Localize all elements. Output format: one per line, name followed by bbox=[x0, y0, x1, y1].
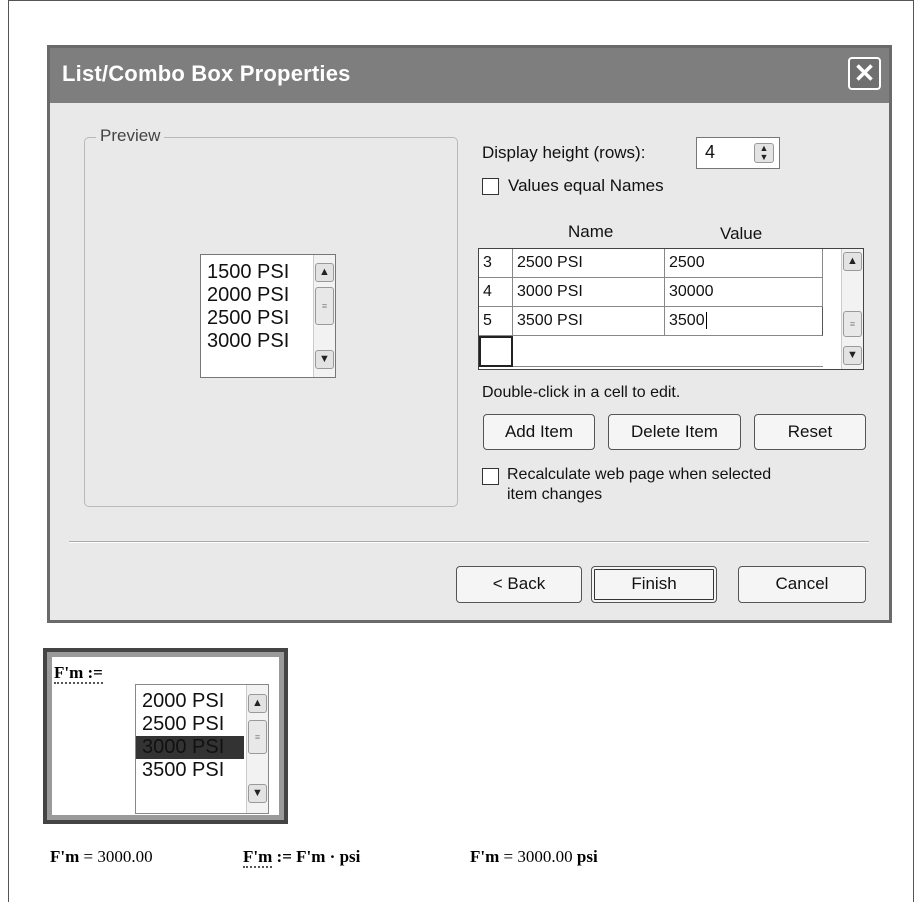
table-cell-value[interactable] bbox=[665, 336, 823, 367]
worksheet-listbox-region: F'm := 2000 PSI 2500 PSI 3000 PSI 3500 P… bbox=[43, 648, 288, 824]
worksheet-region-inner: F'm := 2000 PSI 2500 PSI 3000 PSI 3500 P… bbox=[52, 657, 279, 815]
delete-item-button[interactable]: Delete Item bbox=[608, 414, 741, 450]
recalculate-label-line1: Recalculate web page when selected bbox=[507, 466, 772, 483]
list-item[interactable]: 1500 PSI bbox=[201, 261, 311, 284]
list-item[interactable]: 3000 PSI bbox=[201, 330, 311, 353]
table-cell-value-editing[interactable]: 3500 bbox=[665, 307, 823, 336]
worksheet-scrollbar[interactable]: ▲ ≡ ▼ bbox=[246, 685, 268, 813]
table-cell-name[interactable]: 2500 PSI bbox=[513, 249, 665, 278]
edit-hint: Double-click in a cell to edit. bbox=[482, 384, 681, 401]
table-scrollbar[interactable]: ▲ ≡ ▼ bbox=[841, 249, 863, 369]
preview-listbox[interactable]: 1500 PSI 2000 PSI 2500 PSI 3000 PSI ▲ ≡ … bbox=[200, 254, 336, 378]
table-cell-value[interactable]: 2500 bbox=[665, 249, 823, 278]
title-bar[interactable]: List/Combo Box Properties ✕ bbox=[50, 48, 889, 103]
unit-assignment: F'm := F'm · psi bbox=[243, 847, 361, 868]
table-cell-value[interactable]: 30000 bbox=[665, 278, 823, 307]
reset-button[interactable]: Reset bbox=[754, 414, 866, 450]
dialog-title: List/Combo Box Properties bbox=[62, 61, 351, 86]
cell-edit-text[interactable]: 3500 bbox=[669, 312, 705, 329]
text-caret bbox=[705, 312, 707, 329]
back-button[interactable]: < Back bbox=[456, 566, 582, 603]
scroll-thumb[interactable]: ≡ bbox=[315, 287, 334, 325]
scroll-up-icon[interactable]: ▲ bbox=[843, 252, 862, 271]
preview-scrollbar[interactable]: ▲ ≡ ▼ bbox=[313, 255, 335, 377]
row-number: 4 bbox=[479, 278, 513, 307]
list-item[interactable]: 2500 PSI bbox=[201, 307, 311, 330]
close-button[interactable]: ✕ bbox=[848, 57, 881, 90]
separator bbox=[69, 541, 869, 543]
close-icon: ✕ bbox=[853, 58, 876, 88]
finish-button[interactable]: Finish bbox=[591, 566, 717, 603]
add-item-button[interactable]: Add Item bbox=[483, 414, 595, 450]
display-height-value[interactable]: 4 bbox=[705, 142, 715, 162]
list-item-selected[interactable]: 3000 PSI bbox=[136, 736, 244, 759]
list-item[interactable]: 2000 PSI bbox=[136, 690, 244, 713]
row-number: 3 bbox=[479, 249, 513, 278]
scroll-thumb[interactable]: ≡ bbox=[248, 720, 267, 754]
scroll-up-icon[interactable]: ▲ bbox=[315, 263, 334, 282]
recalculate-checkbox[interactable] bbox=[482, 468, 499, 485]
spinner-updown-icon[interactable]: ▲ ▼ bbox=[754, 143, 774, 163]
recalculate-label-line2: item changes bbox=[507, 486, 603, 503]
result1: F'm = 3000.00 bbox=[50, 847, 153, 866]
column-header-value: Value bbox=[720, 224, 763, 243]
row-number: 5 bbox=[479, 307, 513, 336]
recalculate-label: Recalculate web page when selected item … bbox=[507, 465, 771, 505]
scroll-thumb[interactable]: ≡ bbox=[843, 311, 862, 337]
column-header-name: Name bbox=[568, 222, 614, 241]
list-item[interactable]: 2500 PSI bbox=[136, 713, 244, 736]
cancel-button[interactable]: Cancel bbox=[738, 566, 866, 603]
display-height-spinner[interactable]: 4 ▲ ▼ bbox=[696, 137, 780, 169]
display-height-label: Display height (rows): bbox=[482, 143, 646, 162]
assign-label: F'm := bbox=[54, 663, 103, 684]
list-item[interactable]: 3500 PSI bbox=[136, 759, 244, 782]
table-cell-name[interactable]: 3500 PSI bbox=[513, 307, 665, 336]
scroll-up-icon[interactable]: ▲ bbox=[248, 694, 267, 713]
list-combo-properties-dialog: List/Combo Box Properties ✕ Preview 1500… bbox=[47, 45, 892, 623]
items-table: 3 2500 PSI 2500 4 3000 PSI 30000 5 3500 … bbox=[478, 248, 864, 370]
table-cell-name[interactable]: 3000 PSI bbox=[513, 278, 665, 307]
scroll-down-icon[interactable]: ▼ bbox=[248, 784, 267, 803]
preview-label: Preview bbox=[96, 126, 165, 146]
values-equal-names-label: Values equal Names bbox=[508, 176, 664, 195]
values-equal-names-checkbox[interactable] bbox=[482, 178, 499, 195]
table-cell-name[interactable] bbox=[513, 336, 665, 367]
result2: F'm = 3000.00 psi bbox=[470, 847, 598, 866]
list-item[interactable]: 2000 PSI bbox=[201, 284, 311, 307]
worksheet-listbox[interactable]: 2000 PSI 2500 PSI 3000 PSI 3500 PSI ▲ ≡ … bbox=[135, 684, 269, 814]
scroll-down-icon[interactable]: ▼ bbox=[843, 346, 862, 365]
new-row-selector[interactable] bbox=[479, 336, 513, 367]
scroll-down-icon[interactable]: ▼ bbox=[315, 350, 334, 369]
